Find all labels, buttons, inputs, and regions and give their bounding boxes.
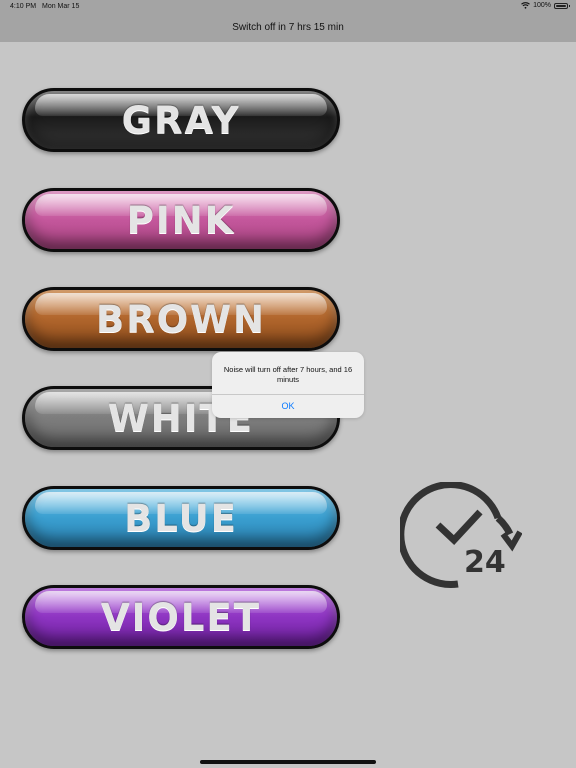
brown-noise-label: BROWN: [96, 297, 266, 341]
status-bar: 4:10 PM Mon Mar 15 100%: [0, 0, 576, 14]
blue-noise-label: BLUE: [124, 496, 238, 540]
violet-noise-label: VIOLET: [101, 595, 261, 639]
status-right: 100%: [521, 2, 570, 9]
gray-noise-label: GRAY: [121, 98, 241, 142]
gray-noise-button[interactable]: GRAY: [22, 88, 340, 152]
battery-percent: 100%: [533, 2, 551, 9]
violet-noise-button[interactable]: VIOLET: [22, 585, 340, 649]
status-time: 4:10 PM: [10, 3, 37, 10]
home-indicator[interactable]: [200, 760, 376, 764]
wifi-icon: [521, 2, 530, 9]
battery-icon: [554, 2, 570, 9]
nav-bar: Switch off in 7 hrs 15 min: [0, 14, 576, 42]
clock-24-label: 24: [464, 545, 506, 580]
brown-noise-button[interactable]: BROWN: [22, 287, 340, 351]
pink-noise-button[interactable]: PINK: [22, 188, 340, 252]
nav-title: Switch off in 7 hrs 15 min: [232, 22, 344, 33]
timer-24-button[interactable]: 24: [400, 482, 522, 590]
status-date: Mon Mar 15: [42, 3, 80, 10]
alert-ok-button[interactable]: OK: [212, 395, 364, 418]
alert-dialog: Noise will turn off after 7 hours, and 1…: [212, 352, 364, 418]
blue-noise-button[interactable]: BLUE: [22, 486, 340, 550]
pink-noise-label: PINK: [126, 198, 236, 242]
alert-message: Noise will turn off after 7 hours, and 1…: [223, 365, 353, 384]
